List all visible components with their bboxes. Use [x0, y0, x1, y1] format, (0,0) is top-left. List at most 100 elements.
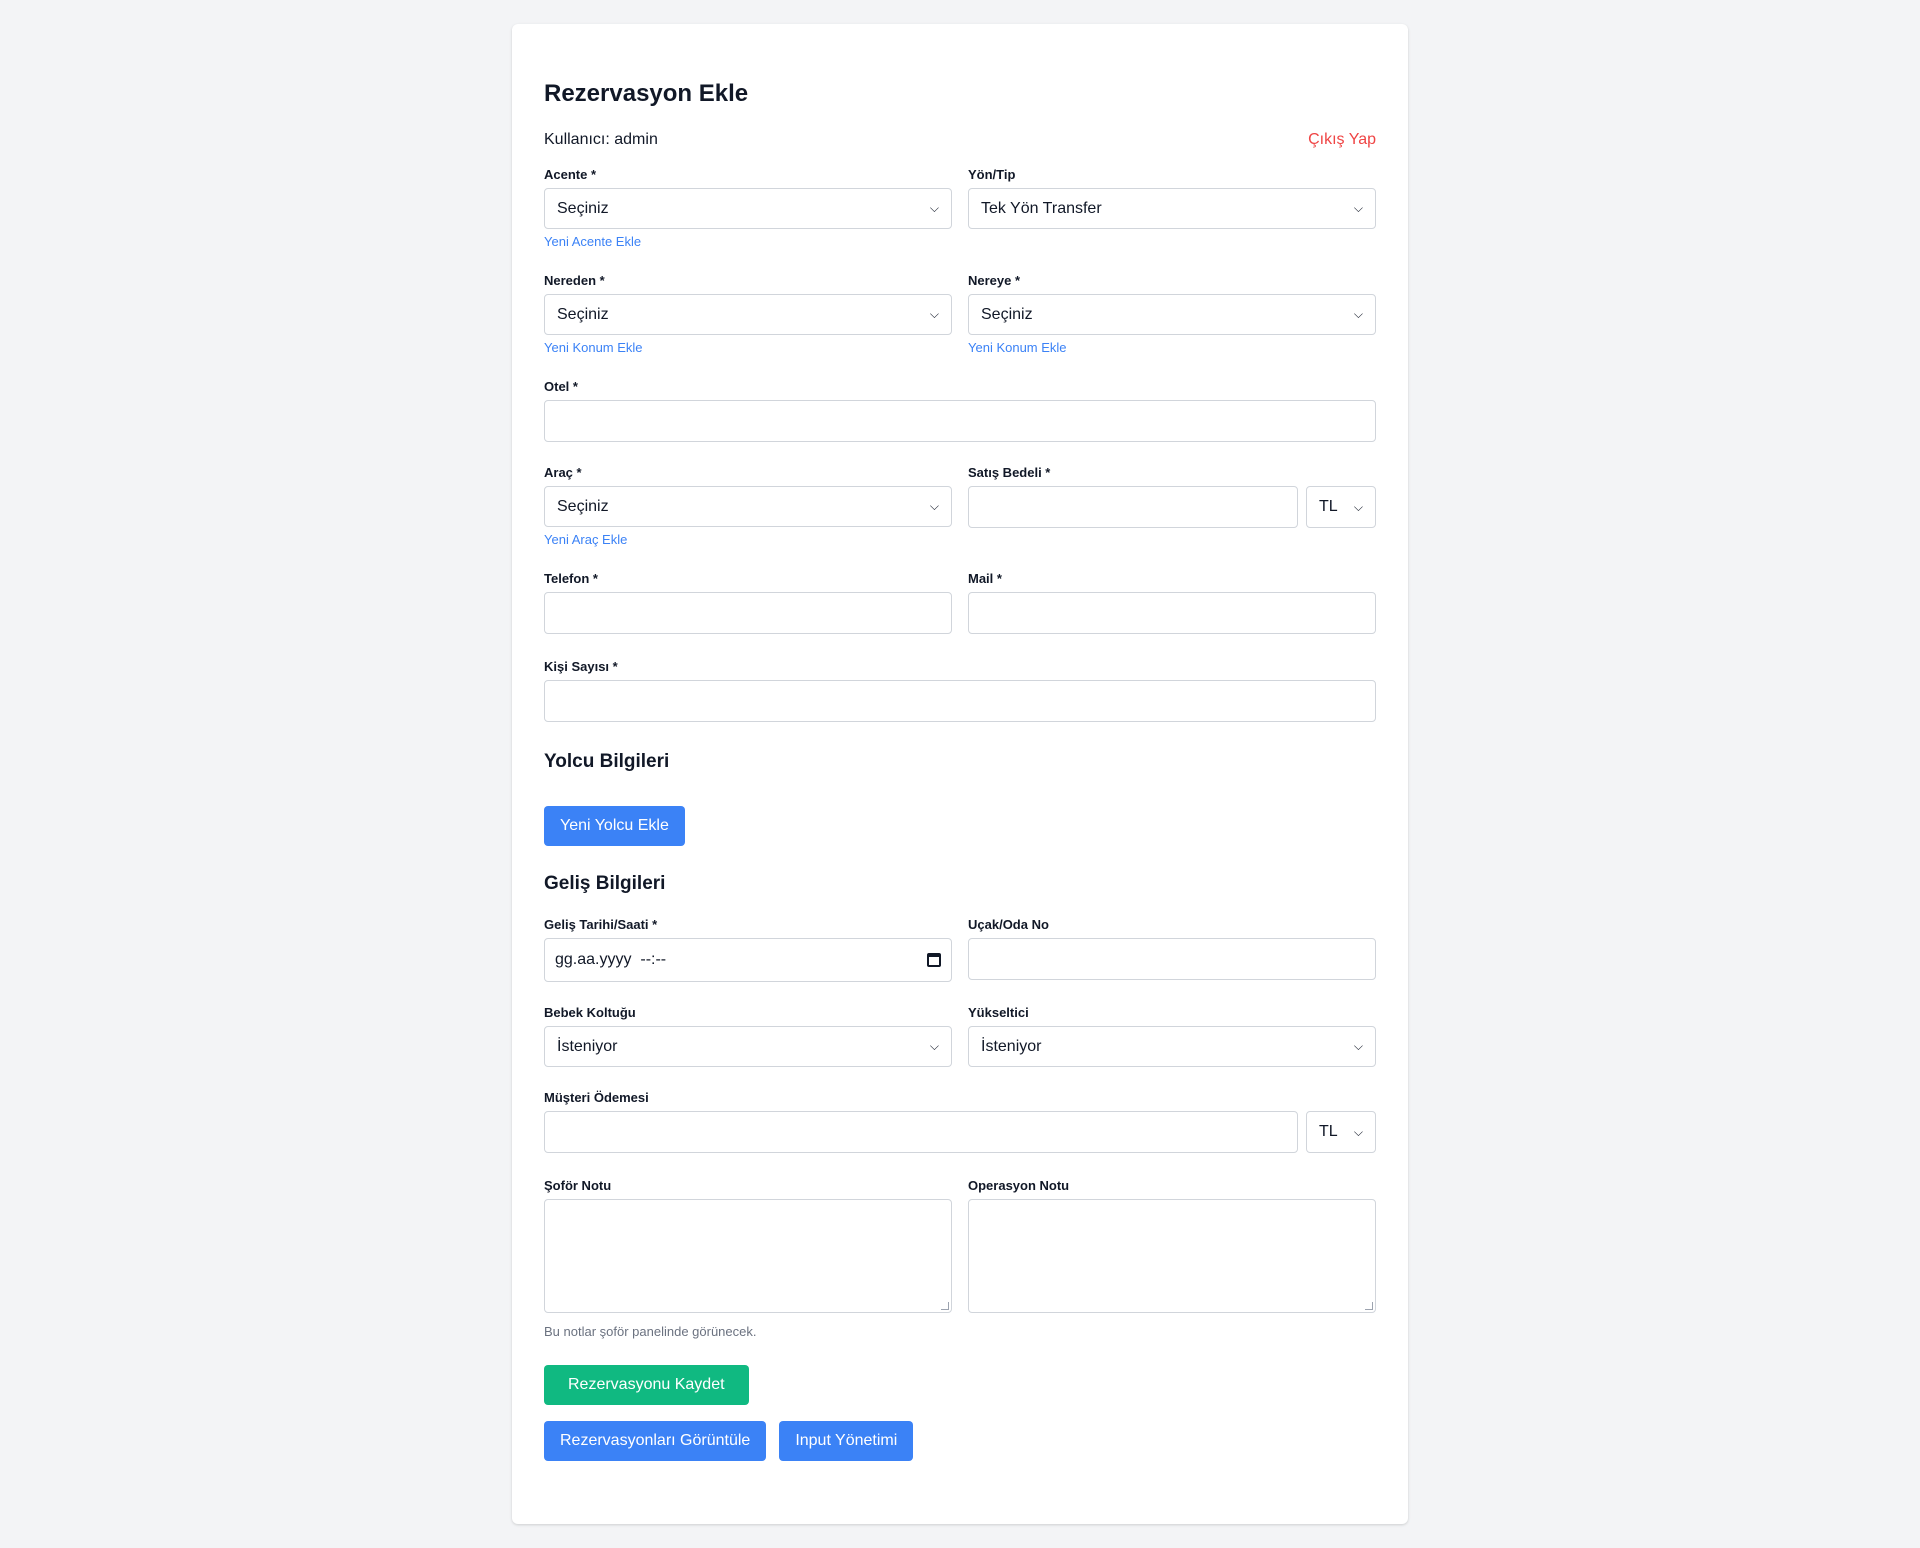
- gelis-tarih-placeholder: gg.aa.yyyy --:--: [555, 951, 667, 968]
- chevron-down-icon: ⌵: [929, 307, 939, 321]
- nereden-select-value: Seçiniz: [557, 305, 609, 323]
- yukseltici-field: Yükseltici İsteniyor ⌵: [968, 1004, 1376, 1067]
- mail-field: Mail *: [968, 570, 1376, 634]
- chevron-down-icon: ⌵: [1353, 201, 1363, 215]
- calendar-icon[interactable]: [927, 953, 941, 967]
- sofor-notu-field: Şoför Notu: [544, 1177, 952, 1313]
- gelis-tarih-field: Geliş Tarihi/Saati * gg.aa.yyyy --:--: [544, 916, 952, 982]
- kisi-sayisi-input[interactable]: [544, 680, 1376, 722]
- operasyon-notu-textarea[interactable]: [968, 1199, 1376, 1313]
- chevron-down-icon: ⌵: [929, 499, 939, 513]
- bebek-koltugu-label: Bebek Koltuğu: [544, 1005, 636, 1020]
- notes-hint: Bu notlar şoför panelinde görünecek.: [544, 1324, 757, 1339]
- row-otel: Otel *: [544, 378, 1376, 442]
- nereden-field: Nereden * Seçiniz ⌵ Yeni Konum Ekle: [544, 272, 952, 356]
- yukseltici-label: Yükseltici: [968, 1005, 1029, 1020]
- arac-label: Araç *: [544, 465, 582, 480]
- mail-input[interactable]: [968, 592, 1376, 634]
- otel-label: Otel *: [544, 379, 578, 394]
- reservation-form-card: Rezervasyon Ekle Kullanıcı: admin Çıkış …: [512, 24, 1408, 1524]
- satis-currency-value: TL: [1319, 498, 1338, 515]
- save-row: Rezervasyonu Kaydet: [544, 1365, 1376, 1405]
- row-acente-yon: Acente * Seçiniz ⌵ Yeni Acente Ekle Yön/…: [544, 166, 1376, 250]
- chevron-down-icon: ⌵: [1353, 307, 1363, 321]
- bebek-koltugu-value: İsteniyor: [557, 1037, 618, 1055]
- acente-field: Acente * Seçiniz ⌵ Yeni Acente Ekle: [544, 166, 952, 250]
- row-musteri-odemesi: Müşteri Ödemesi TL ⌵: [544, 1089, 1376, 1153]
- kisi-sayisi-label: Kişi Sayısı *: [544, 659, 618, 674]
- satis-bedeli-field: Satış Bedeli * TL ⌵: [968, 464, 1376, 548]
- bebek-koltugu-field: Bebek Koltuğu İsteniyor ⌵: [544, 1004, 952, 1067]
- musteri-odemesi-field: Müşteri Ödemesi TL ⌵: [544, 1089, 1376, 1153]
- action-row: Rezervasyonları Görüntüle Input Yönetimi: [544, 1421, 1376, 1461]
- acente-select[interactable]: Seçiniz ⌵: [544, 188, 952, 229]
- satis-bedeli-input[interactable]: [968, 486, 1298, 528]
- user-bar: Kullanıcı: admin Çıkış Yap: [544, 128, 1376, 152]
- arrival-section-heading: Geliş Bilgileri: [544, 873, 666, 894]
- nereye-select[interactable]: Seçiniz ⌵: [968, 294, 1376, 335]
- add-location-from-link[interactable]: Yeni Konum Ekle: [544, 340, 952, 356]
- user-label: Kullanıcı: admin: [544, 131, 658, 148]
- nereden-select[interactable]: Seçiniz ⌵: [544, 294, 952, 335]
- add-location-to-link[interactable]: Yeni Konum Ekle: [968, 340, 1376, 356]
- odeme-currency-value: TL: [1319, 1123, 1338, 1140]
- sofor-notu-label: Şoför Notu: [544, 1178, 612, 1193]
- kisi-sayisi-field: Kişi Sayısı *: [544, 658, 1376, 722]
- row-bebek-yukseltici: Bebek Koltuğu İsteniyor ⌵ Yükseltici İst…: [544, 1004, 1376, 1067]
- telefon-label: Telefon *: [544, 571, 598, 586]
- logout-link[interactable]: Çıkış Yap: [1308, 131, 1376, 149]
- row-kisi-sayisi: Kişi Sayısı *: [544, 658, 1376, 722]
- musteri-odemesi-input[interactable]: [544, 1111, 1298, 1153]
- ucak-oda-label: Uçak/Oda No: [968, 917, 1049, 932]
- arac-select-value: Seçiniz: [557, 497, 609, 515]
- row-nereden-nereye: Nereden * Seçiniz ⌵ Yeni Konum Ekle Nere…: [544, 272, 1376, 356]
- view-reservations-button[interactable]: Rezervasyonları Görüntüle: [544, 1421, 767, 1461]
- row-notlar: Şoför Notu Operasyon Notu: [544, 1177, 1376, 1313]
- resize-handle-icon[interactable]: [941, 1302, 949, 1310]
- satis-currency-select[interactable]: TL ⌵: [1306, 486, 1376, 528]
- acente-select-value: Seçiniz: [557, 199, 609, 217]
- row-gelis-tarih-ucak: Geliş Tarihi/Saati * gg.aa.yyyy --:-- Uç…: [544, 916, 1376, 982]
- gelis-tarih-input[interactable]: gg.aa.yyyy --:--: [544, 938, 952, 982]
- chevron-down-icon: ⌵: [1353, 499, 1363, 514]
- nereye-select-value: Seçiniz: [981, 305, 1033, 323]
- add-agency-link[interactable]: Yeni Acente Ekle: [544, 234, 952, 250]
- save-reservation-button[interactable]: Rezervasyonu Kaydet: [544, 1365, 749, 1405]
- yon-tip-select-value: Tek Yön Transfer: [981, 199, 1102, 217]
- otel-input[interactable]: [544, 400, 1376, 442]
- operasyon-notu-field: Operasyon Notu: [968, 1177, 1376, 1313]
- odeme-currency-select[interactable]: TL ⌵: [1306, 1111, 1376, 1153]
- nereden-label: Nereden *: [544, 273, 605, 288]
- input-management-button[interactable]: Input Yönetimi: [779, 1421, 914, 1461]
- chevron-down-icon: ⌵: [1353, 1039, 1363, 1053]
- acente-label: Acente *: [544, 167, 597, 182]
- row-telefon-mail: Telefon * Mail *: [544, 570, 1376, 634]
- arac-select[interactable]: Seçiniz ⌵: [544, 486, 952, 527]
- add-vehicle-link[interactable]: Yeni Araç Ekle: [544, 532, 952, 548]
- passenger-section-heading: Yolcu Bilgileri: [544, 751, 670, 772]
- telefon-field: Telefon *: [544, 570, 952, 634]
- yon-tip-label: Yön/Tip: [968, 167, 1016, 182]
- musteri-odemesi-label: Müşteri Ödemesi: [544, 1090, 649, 1105]
- arac-field: Araç * Seçiniz ⌵ Yeni Araç Ekle: [544, 464, 952, 548]
- resize-handle-icon[interactable]: [1365, 1302, 1373, 1310]
- ucak-oda-input[interactable]: [968, 938, 1376, 980]
- yukseltici-select[interactable]: İsteniyor ⌵: [968, 1026, 1376, 1067]
- nereye-label: Nereye *: [968, 273, 1021, 288]
- chevron-down-icon: ⌵: [1353, 1124, 1363, 1139]
- add-passenger-button[interactable]: Yeni Yolcu Ekle: [544, 806, 685, 846]
- satis-bedeli-label: Satış Bedeli *: [968, 465, 1051, 480]
- telefon-input[interactable]: [544, 592, 952, 634]
- mail-label: Mail *: [968, 571, 1002, 586]
- page-title: Rezervasyon Ekle: [544, 80, 749, 107]
- operasyon-notu-label: Operasyon Notu: [968, 1178, 1070, 1193]
- sofor-notu-textarea[interactable]: [544, 1199, 952, 1313]
- yon-tip-field: Yön/Tip Tek Yön Transfer ⌵: [968, 166, 1376, 250]
- gelis-tarih-label: Geliş Tarihi/Saati *: [544, 917, 658, 932]
- satis-bedeli-group: TL ⌵: [968, 486, 1376, 528]
- row-arac-satis: Araç * Seçiniz ⌵ Yeni Araç Ekle Satış Be…: [544, 464, 1376, 548]
- bebek-koltugu-select[interactable]: İsteniyor ⌵: [544, 1026, 952, 1067]
- chevron-down-icon: ⌵: [929, 1039, 939, 1053]
- yon-tip-select[interactable]: Tek Yön Transfer ⌵: [968, 188, 1376, 229]
- yukseltici-value: İsteniyor: [981, 1037, 1042, 1055]
